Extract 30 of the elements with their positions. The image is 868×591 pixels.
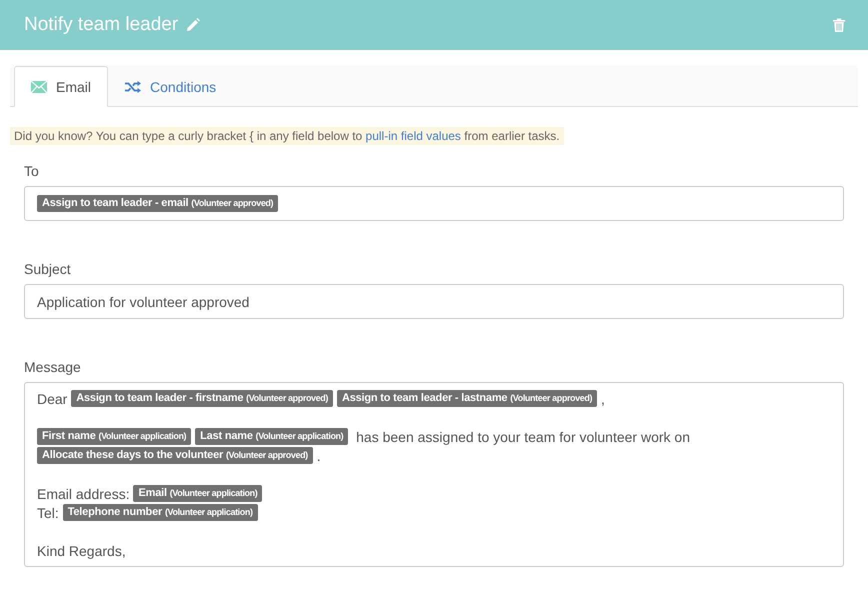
message-text: . — [316, 448, 321, 464]
tip-text: Did you know? You can type a curly bracket { in any field below to pull-in field values from earlier tasks. — [10, 127, 564, 145]
edit-icon[interactable] — [186, 18, 200, 32]
message-text: Kind Regards, — [37, 542, 126, 558]
delete-icon[interactable] — [833, 18, 845, 32]
field-token[interactable]: Last name (Volunteer application) — [195, 428, 348, 445]
field-token[interactable]: Assign to team leader - lastname (Volunteer approved) — [336, 390, 598, 407]
envelope-icon — [31, 80, 47, 92]
message-text: Dear — [37, 390, 68, 406]
message-field[interactable] — [24, 382, 844, 567]
field-token[interactable]: Assign to team leader - email (Volunteer approved) — [37, 195, 278, 212]
field-token[interactable]: Telephone number (Volunteer application) — [62, 504, 258, 521]
message-text: Tel: — [37, 504, 60, 520]
field-label: Subject — [24, 261, 71, 277]
message-text: has been assigned to your team for volunteer work on — [355, 428, 690, 444]
field-token[interactable]: First name (Volunteer application) — [37, 428, 192, 445]
tab[interactable]: Email — [14, 66, 108, 107]
shuffle-icon — [125, 80, 142, 92]
field-token[interactable]: Email (Volunteer application) — [133, 485, 262, 502]
field-label: Message — [24, 359, 81, 375]
message-text: , — [601, 390, 605, 406]
help-link[interactable]: pull-in field values — [366, 129, 461, 143]
subject-field[interactable]: Application for volunteer approved — [24, 284, 844, 319]
to-field[interactable]: Assign to team leader - email (Volunteer approved) — [24, 186, 844, 221]
message-text: Email address: — [37, 486, 131, 502]
field-token[interactable]: Allocate these days to the volunteer (Volunteer approved) — [37, 447, 313, 464]
task-title: Notify team leader — [24, 14, 178, 36]
field-label: To — [24, 163, 39, 179]
tab[interactable]: Conditions — [108, 66, 234, 107]
field-token[interactable]: Assign to team leader - firstname (Volunteer approved) — [71, 390, 333, 407]
